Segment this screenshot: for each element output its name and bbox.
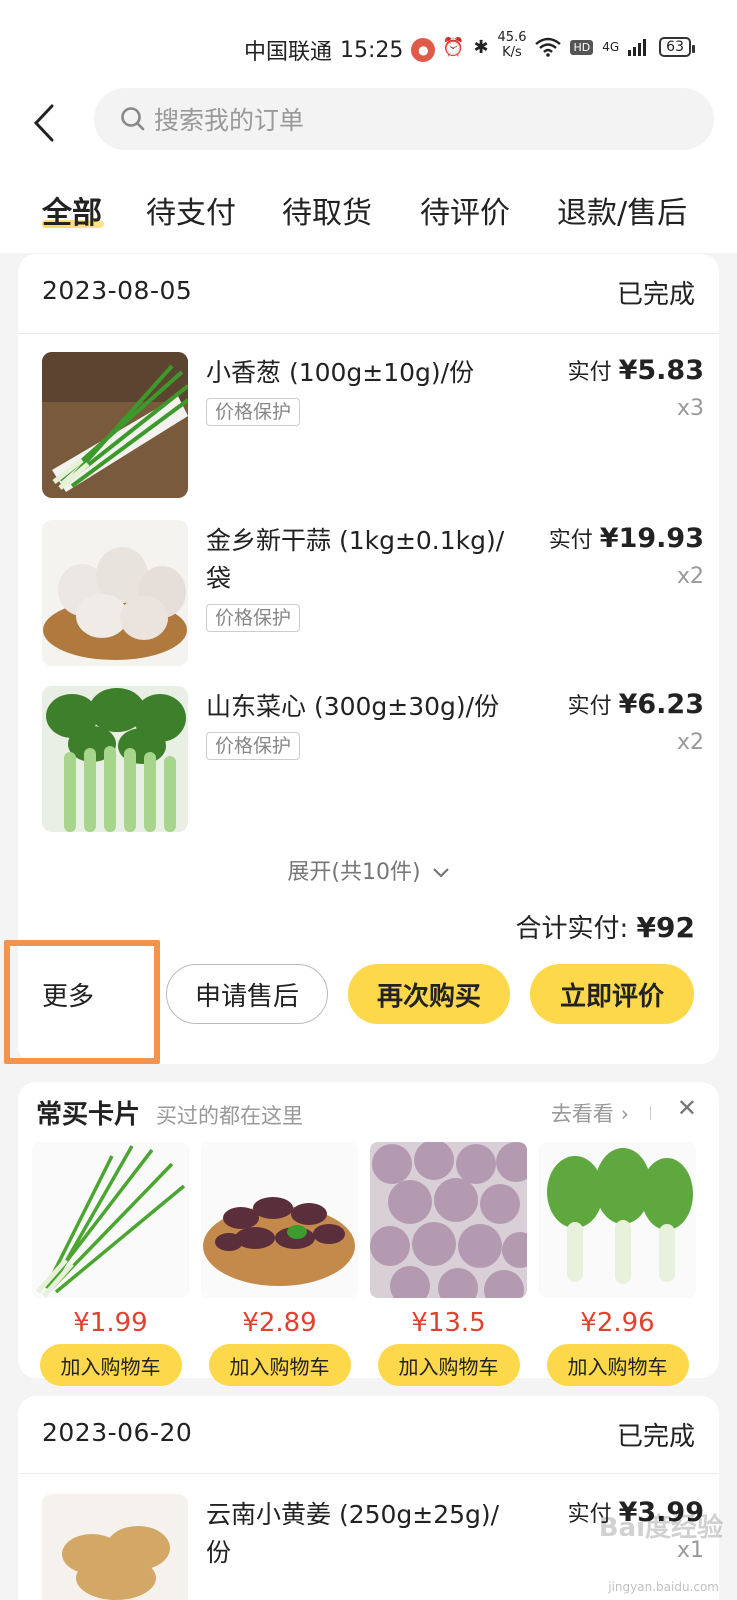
frequent-buy-card: 常买卡片 买过的都在这里 去看看 › ✕ ¥1.99 加入购物车 ¥2.89 加… [18,1082,719,1386]
status-left: 中国联通 15:25 ● [244,34,436,66]
paid-label: 实付 [567,694,612,719]
back-button[interactable] [24,98,64,148]
order-total: 合计实付: ¥92 [516,908,695,945]
price-protection-tag: 价格保护 [206,398,301,426]
chevron-left-icon [33,104,54,142]
item-quantity: x3 [676,396,704,421]
product-image-ginger [42,1494,188,1600]
order-status: 已完成 [616,1422,695,1452]
expand-label: 展开(共10件) [287,860,421,885]
total-amount: ¥92 [636,911,695,944]
product-card[interactable]: ¥1.99 加入购物车 [32,1142,189,1386]
paid-label: 实付 [548,528,593,553]
add-to-cart-button[interactable]: 加入购物车 [39,1344,182,1386]
search-input[interactable]: 搜索我的订单 [94,88,714,150]
review-now-button[interactable]: 立即评价 [530,964,694,1024]
order-date: 2023-08-05 [42,276,193,305]
product-image-bok-choy [539,1142,696,1298]
add-to-cart-button[interactable]: 加入购物车 [546,1344,689,1386]
add-to-cart-button[interactable]: 加入购物车 [377,1344,520,1386]
product-image-scallion [42,352,188,498]
product-image-purple-potato [201,1142,358,1298]
item-name: 金乡新干蒜 (1kg±0.1kg)/袋 [206,526,505,593]
product-card[interactable]: ¥2.96 加入购物车 [539,1142,696,1386]
speed-value: 45.6 [497,30,527,45]
wifi-icon [535,37,562,57]
paid-amount: ¥19.93 [599,523,704,554]
order-card[interactable]: 2023-08-05 已完成 小香葱 (100g±10g)/份 价格保护 实付 … [4,254,719,1064]
order-card[interactable]: 2023-06-20 已完成 云南小黄姜 (250g±25g)/份 实付 ¥3.… [18,1396,719,1600]
buy-again-button[interactable]: 再次购买 [348,964,510,1024]
tab-pending-review[interactable]: 待评价 [420,188,510,232]
product-image-choy-sum [42,686,188,832]
item-paid: 实付 ¥6.23 [568,688,704,720]
signal-icon [628,39,647,56]
watermark-url: jingyan.baidu.com [608,1580,719,1594]
add-to-cart-button[interactable]: 加入购物车 [208,1344,351,1386]
apply-aftersale-button[interactable]: 申请售后 [166,964,328,1024]
chevron-down-icon [432,868,449,878]
item-name: 小香葱 (100g±10g)/份 [206,358,475,387]
item-quantity: x2 [676,730,704,755]
order-tabs: 全部 待支付 待取货 待评价 退款/售后 [0,188,737,238]
chevron-right-icon: › [620,1102,629,1126]
tab-pending-payment[interactable]: 待支付 [146,188,236,232]
status-bar: 中国联通 15:25 ● ⏰ ✱ 45.6 K/s HD 4G 63 [0,0,737,88]
header: 搜索我的订单 全部 待支付 待取货 待评价 退款/售后 [0,88,737,253]
bluetooth-icon: ✱ [473,36,489,58]
product-image-scallion [32,1142,189,1298]
network-type: 4G [602,40,620,54]
search-placeholder: 搜索我的订单 [154,106,305,135]
product-card[interactable]: ¥2.89 加入购物车 [201,1142,358,1386]
product-image-purple-garlic [370,1142,527,1298]
order-header: 2023-08-05 已完成 [18,254,719,334]
tab-refund-aftersale[interactable]: 退款/售后 [557,188,687,232]
order-item[interactable]: 小香葱 (100g±10g)/份 价格保护 实付 ¥5.83 x3 [42,352,704,498]
item-quantity: x2 [676,564,704,589]
order-header: 2023-06-20 已完成 [18,1396,719,1474]
speed-unit: K/s [502,45,522,60]
price-protection-tag: 价格保护 [206,732,301,760]
go-see-link[interactable]: 去看看 › [551,1098,629,1128]
tab-all[interactable]: 全部 [42,188,102,232]
order-date: 2023-06-20 [42,1418,193,1447]
product-price: ¥2.96 [580,1308,655,1338]
product-price: ¥2.89 [242,1308,317,1338]
close-icon[interactable]: ✕ [677,1094,697,1122]
paid-amount: ¥5.83 [618,355,704,386]
total-label: 合计实付: [515,914,629,944]
item-paid: 实付 ¥5.83 [568,354,704,386]
product-image-garlic [42,520,188,666]
recording-icon: ● [411,38,436,62]
frequent-buy-title: 常买卡片 [36,1100,141,1130]
go-see-label: 去看看 [550,1102,614,1126]
order-item[interactable]: 山东菜心 (300g±30g)/份 价格保护 实付 ¥6.23 x2 [42,686,704,832]
alarm-icon: ⏰ [442,36,465,58]
tab-pending-pickup[interactable]: 待取货 [282,188,372,232]
product-card[interactable]: ¥13.5 加入购物车 [370,1142,527,1386]
network-speed: 45.6 K/s [498,30,527,60]
highlight-box [4,940,160,1064]
order-item[interactable]: 金乡新干蒜 (1kg±0.1kg)/袋 价格保护 实付 ¥19.93 x2 [42,520,704,666]
expand-items-button[interactable]: 展开(共10件) [18,854,719,886]
paid-label: 实付 [567,360,612,385]
status-right: ⏰ ✱ 45.6 K/s HD 4G 63 [442,30,695,60]
watermark: Bai度经验 [598,1513,723,1543]
item-paid: 实付 ¥19.93 [549,522,704,554]
search-icon [121,107,145,131]
item-name: 山东菜心 (300g±30g)/份 [206,692,500,721]
product-price: ¥1.99 [73,1308,148,1338]
divider [650,1106,651,1120]
order-status: 已完成 [616,280,695,310]
carrier-label: 中国联通 [244,40,333,65]
battery-indicator: 63 [659,37,695,57]
clock: 15:25 [340,37,404,63]
item-name: 云南小黄姜 (250g±25g)/份 [206,1500,500,1567]
frequent-buy-subtitle: 买过的都在这里 [156,1104,303,1128]
paid-amount: ¥6.23 [618,689,704,720]
hd-badge: HD [570,39,594,55]
product-price: ¥13.5 [411,1308,486,1338]
price-protection-tag: 价格保护 [206,604,301,632]
